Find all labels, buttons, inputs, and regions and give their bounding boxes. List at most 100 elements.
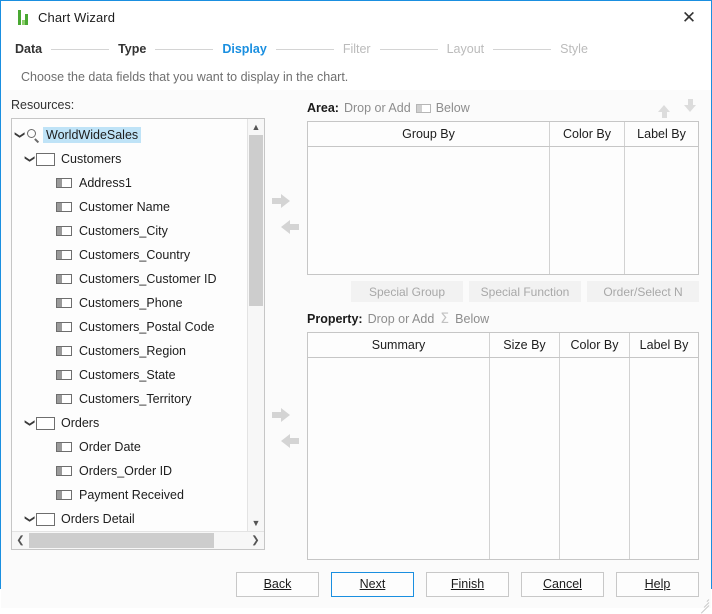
property-column-color-by[interactable] [560, 358, 630, 559]
move-down-button[interactable] [681, 98, 699, 117]
tree-node[interactable]: ❯ Orders Detail [12, 507, 247, 531]
step-connector [51, 48, 110, 50]
area-column-color-by[interactable] [550, 147, 625, 274]
tree-node[interactable]: Customers_Territory [12, 387, 247, 411]
finish-button[interactable]: Finish [426, 571, 509, 597]
column-header-summary[interactable]: Summary [308, 333, 490, 357]
close-icon[interactable]: ✕ [667, 2, 711, 34]
step-style[interactable]: Style [560, 42, 588, 56]
scroll-up-icon[interactable]: ▲ [248, 119, 264, 135]
field-icon [56, 322, 72, 332]
scroll-left-icon[interactable]: ❮ [12, 535, 29, 546]
tree-node[interactable]: Customers_Customer ID [12, 267, 247, 291]
cancel-button[interactable]: Cancel [521, 571, 604, 597]
hscroll-track[interactable] [29, 532, 247, 549]
tree-node-label: Customer Name [79, 200, 170, 214]
next-button[interactable]: Next [331, 571, 414, 597]
step-display[interactable]: Display [222, 42, 266, 56]
tree-node-label: Customers_Region [79, 344, 186, 358]
tree-node[interactable]: Customers_State [12, 363, 247, 387]
tree-vertical-scrollbar[interactable]: ▲ ▼ [247, 119, 264, 531]
resize-grip-icon[interactable] [697, 595, 710, 614]
help-button[interactable]: Help [616, 571, 699, 597]
special-function-button[interactable]: Special Function [469, 281, 581, 302]
move-up-button[interactable] [655, 99, 673, 118]
tree-node[interactable]: ❯ WorldWideSales [12, 123, 247, 147]
tree-node[interactable]: Address1 [12, 171, 247, 195]
step-data[interactable]: Data [15, 42, 42, 56]
tree-node[interactable]: ❯ Orders [12, 411, 247, 435]
property-title: Property: [307, 312, 363, 326]
column-header-label-by[interactable]: Label By [630, 333, 698, 357]
transfer-buttons [265, 98, 307, 560]
tree-horizontal-scrollbar[interactable]: ❮ ❯ [12, 531, 264, 549]
property-hint-prefix: Drop or Add [367, 312, 435, 326]
step-layout[interactable]: Layout [447, 42, 485, 56]
tree-node-label: Customers_Country [79, 248, 191, 262]
column-header-size-by[interactable]: Size By [490, 333, 560, 357]
tree-node[interactable]: Order Date [12, 435, 247, 459]
column-header-color-by[interactable]: Color By [550, 122, 625, 146]
step-connector [379, 48, 438, 50]
tree-node[interactable]: Orders_Order ID [12, 459, 247, 483]
field-icon [56, 466, 72, 476]
tree-node[interactable]: Customer Name [12, 195, 247, 219]
tree-node[interactable]: Customers_Phone [12, 291, 247, 315]
tree-node[interactable]: ❯ Customers [12, 147, 247, 171]
resources-tree-container: ❯ WorldWideSales ❯ Customers Address1 Custome… [11, 118, 265, 550]
back-button[interactable]: Back [236, 571, 319, 597]
property-column-summary[interactable] [308, 358, 490, 559]
tree-node[interactable]: Customers_Country [12, 243, 247, 267]
field-icon [56, 442, 72, 452]
chevron-down-icon[interactable]: ❯ [24, 512, 35, 526]
area-grid-body[interactable] [308, 147, 698, 274]
chevron-down-icon[interactable]: ❯ [14, 128, 25, 142]
vscroll-track[interactable] [248, 135, 264, 515]
table-icon [36, 152, 55, 166]
column-header-group-by[interactable]: Group By [308, 122, 550, 146]
arrow-down-icon [684, 98, 696, 112]
step-connector [275, 48, 334, 50]
order-select-n-button[interactable]: Order/Select N [587, 281, 699, 302]
property-grid-body[interactable] [308, 358, 698, 559]
property-column-size-by[interactable] [490, 358, 560, 559]
add-to-property-button[interactable] [271, 404, 298, 426]
scroll-right-icon[interactable]: ❯ [247, 535, 264, 546]
field-icon [56, 274, 72, 284]
special-group-button[interactable]: Special Group [351, 281, 463, 302]
area-grid-header: Group By Color By Label By [308, 122, 698, 147]
add-to-area-button[interactable] [271, 190, 298, 212]
tree-node-label: WorldWideSales [43, 127, 142, 143]
area-panel-header: Area: Drop or Add Below [307, 98, 699, 118]
tree-node[interactable]: Payment Received [12, 483, 247, 507]
area-column-label-by[interactable] [625, 147, 698, 274]
step-filter[interactable]: Filter [343, 42, 371, 56]
arrow-right-icon [271, 194, 290, 208]
area-grid[interactable]: Group By Color By Label By [307, 121, 699, 275]
area-hint-prefix: Drop or Add [343, 101, 411, 115]
sigma-icon: Σ [440, 311, 450, 327]
tree-node[interactable]: Customers_Region [12, 339, 247, 363]
resources-tree[interactable]: ❯ WorldWideSales ❯ Customers Address1 Custome… [12, 119, 247, 531]
special-buttons-row: Special Group Special Function Order/Sel… [307, 275, 699, 309]
property-column-label-by[interactable] [630, 358, 698, 559]
tree-node[interactable]: Customers_City [12, 219, 247, 243]
column-header-color-by[interactable]: Color By [560, 333, 630, 357]
chevron-down-icon[interactable]: ❯ [24, 416, 35, 430]
tree-node[interactable]: Customers_Postal Code [12, 315, 247, 339]
resources-label: Resources: [11, 98, 75, 112]
remove-from-area-button[interactable] [272, 216, 299, 238]
chevron-down-icon[interactable]: ❯ [24, 152, 35, 166]
remove-from-property-button[interactable] [272, 430, 299, 452]
hscroll-thumb[interactable] [29, 533, 215, 548]
property-grid[interactable]: Summary Size By Color By Label By [307, 332, 699, 560]
tree-node-label: Customers_Phone [79, 296, 183, 310]
vscroll-thumb[interactable] [249, 135, 263, 306]
step-type[interactable]: Type [118, 42, 146, 56]
tree-node-label: Customers_City [79, 224, 168, 238]
field-icon [415, 103, 431, 113]
property-grid-header: Summary Size By Color By Label By [308, 333, 698, 358]
scroll-down-icon[interactable]: ▼ [248, 515, 264, 531]
column-header-label-by[interactable]: Label By [625, 122, 698, 146]
area-column-group-by[interactable] [308, 147, 550, 274]
